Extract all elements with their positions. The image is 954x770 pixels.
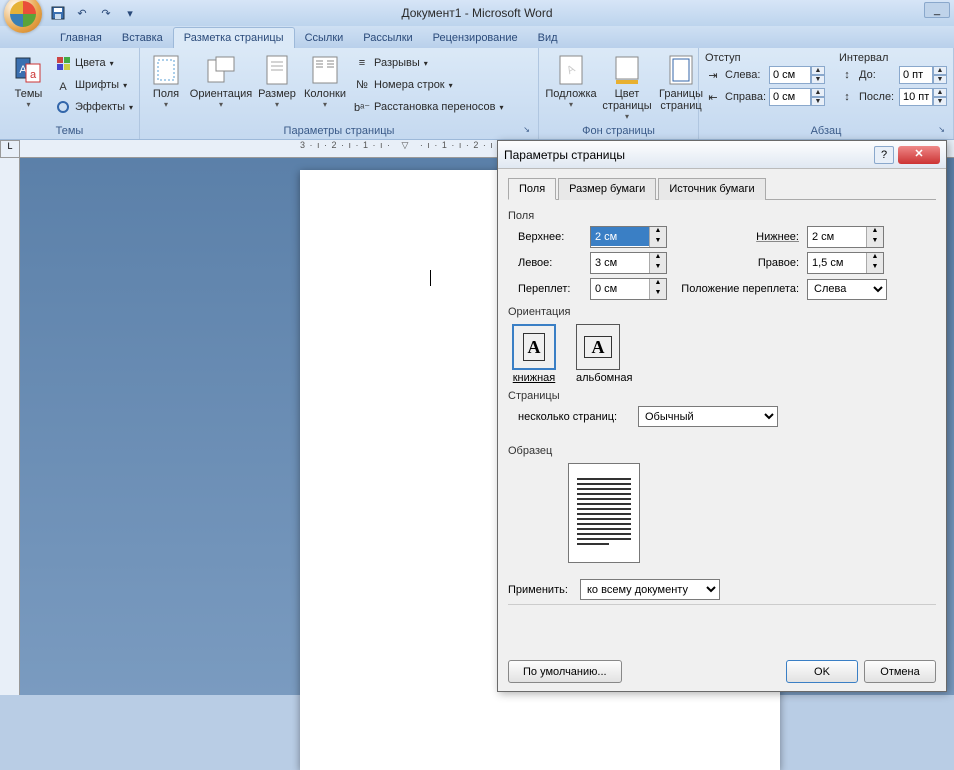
- borders-icon: [665, 54, 697, 86]
- dialog-help-button[interactable]: ?: [874, 146, 894, 164]
- theme-effects-button[interactable]: Эффекты ▾: [55, 96, 133, 118]
- spacing-after-input[interactable]: ▲▼: [899, 88, 947, 106]
- spacing-before-input[interactable]: ▲▼: [899, 66, 947, 84]
- colors-icon: [55, 55, 71, 71]
- line-numbers-button[interactable]: №Номера строк ▾: [354, 74, 504, 96]
- ribbon-tabs: Главная Вставка Разметка страницы Ссылки…: [0, 26, 954, 48]
- svg-text:a: a: [30, 69, 37, 81]
- hyphenation-button[interactable]: bᵃ⁻Расстановка переносов ▾: [354, 96, 504, 118]
- page-borders-button[interactable]: Границы страниц: [657, 52, 705, 114]
- theme-colors-button[interactable]: Цвета ▾: [55, 52, 133, 74]
- size-button[interactable]: Размер▾: [256, 52, 298, 111]
- window-title: Документ1 - Microsoft Word: [0, 6, 954, 20]
- hyphenation-icon: bᵃ⁻: [354, 99, 370, 115]
- fonts-icon: A: [55, 77, 71, 93]
- tab-home[interactable]: Главная: [50, 28, 112, 48]
- dialog-tab-margins[interactable]: Поля: [508, 178, 556, 200]
- group-title-page-bg: Фон страницы: [545, 123, 692, 139]
- orientation-group-label: Ориентация: [508, 306, 936, 318]
- tab-view[interactable]: Вид: [528, 28, 568, 48]
- spacing-after-icon: ↕: [839, 89, 855, 105]
- multiple-pages-label: несколько страниц:: [518, 411, 638, 423]
- size-icon: [261, 54, 293, 86]
- group-page-background: A Подложка▾ Цвет страницы▾ Границы стран…: [539, 48, 699, 139]
- svg-text:A: A: [59, 81, 67, 92]
- group-title-paragraph[interactable]: Абзац: [705, 123, 947, 139]
- ok-button[interactable]: OK: [786, 660, 858, 683]
- preview-pane: [568, 463, 640, 563]
- page-setup-dialog: Параметры страницы ? ✕ Поля Размер бумаг…: [497, 140, 947, 692]
- line-numbers-icon: №: [354, 77, 370, 93]
- minimize-button[interactable]: _: [924, 2, 950, 18]
- window-controls: _: [924, 2, 950, 18]
- indent-right-icon: ⇤: [705, 89, 721, 105]
- breaks-button[interactable]: ≡Разрывы ▾: [354, 52, 504, 74]
- effects-icon: [55, 99, 71, 115]
- dialog-title: Параметры страницы: [504, 148, 874, 162]
- apply-to-label: Применить:: [508, 584, 580, 596]
- tab-review[interactable]: Рецензирование: [423, 28, 528, 48]
- themes-button[interactable]: Aa Темы ▾: [6, 52, 51, 111]
- margins-icon: [150, 54, 182, 86]
- apply-to-select[interactable]: ко всему документу: [580, 579, 720, 600]
- dialog-tab-paper[interactable]: Размер бумаги: [558, 178, 656, 200]
- columns-icon: [309, 54, 341, 86]
- orientation-portrait[interactable]: A книжная: [512, 324, 556, 384]
- group-themes: Aa Темы ▾ Цвета ▾ AШрифты ▾ Эффекты ▾ Те…: [0, 48, 140, 139]
- gutter-input[interactable]: ▲▼: [590, 278, 667, 300]
- title-bar: ↶ ↷ ▾ Документ1 - Microsoft Word _: [0, 0, 954, 26]
- page-color-icon: [611, 54, 643, 86]
- group-page-setup: Поля▾ Ориентация▾ Размер▾ Колонки▾ ≡Разр…: [140, 48, 539, 139]
- ruler-corner[interactable]: L: [0, 140, 20, 158]
- margin-top-input[interactable]: ▲▼: [590, 226, 667, 248]
- pages-group-label: Страницы: [508, 390, 936, 402]
- tab-insert[interactable]: Вставка: [112, 28, 173, 48]
- dialog-titlebar[interactable]: Параметры страницы ? ✕: [498, 141, 946, 169]
- margin-right-input[interactable]: ▲▼: [807, 252, 884, 274]
- page-color-button[interactable]: Цвет страницы▾: [601, 52, 653, 123]
- margin-bottom-label: Нижнее:: [667, 231, 807, 243]
- margin-bottom-input[interactable]: ▲▼: [807, 226, 884, 248]
- vertical-ruler[interactable]: [0, 158, 20, 695]
- margins-button[interactable]: Поля▾: [146, 52, 186, 111]
- margin-top-label: Верхнее:: [518, 231, 590, 243]
- spacing-before-icon: ↕: [839, 67, 855, 83]
- orientation-icon: [205, 54, 237, 86]
- preview-group-label: Образец: [508, 445, 936, 457]
- group-title-themes: Темы: [6, 123, 133, 139]
- gutter-pos-select[interactable]: Слева: [807, 279, 887, 300]
- cancel-button[interactable]: Отмена: [864, 660, 936, 683]
- indent-left-icon: ⇥: [705, 67, 721, 83]
- dialog-close-button[interactable]: ✕: [898, 146, 940, 164]
- indent-right-input[interactable]: ▲▼: [769, 88, 825, 106]
- margin-left-label: Левое:: [518, 257, 590, 269]
- gutter-pos-label: Положение переплета:: [667, 283, 807, 295]
- orientation-landscape[interactable]: A альбомная: [576, 324, 632, 384]
- default-button[interactable]: По умолчанию...: [508, 660, 622, 683]
- spacing-label: Интервал: [839, 52, 947, 64]
- group-title-page-setup[interactable]: Параметры страницы: [146, 123, 532, 139]
- margin-right-label: Правое:: [667, 257, 807, 269]
- tab-page-layout[interactable]: Разметка страницы: [173, 27, 295, 48]
- tab-mailings[interactable]: Рассылки: [353, 28, 422, 48]
- themes-icon: Aa: [12, 54, 44, 86]
- gutter-label: Переплет:: [518, 283, 590, 295]
- watermark-icon: A: [555, 54, 587, 86]
- watermark-button[interactable]: A Подложка▾: [545, 52, 597, 111]
- text-cursor: [430, 270, 431, 286]
- theme-fonts-button[interactable]: AШрифты ▾: [55, 74, 133, 96]
- multiple-pages-select[interactable]: Обычный: [638, 406, 778, 427]
- group-paragraph: Отступ ⇥Слева:▲▼ ⇤Справа:▲▼ Интервал ↕До…: [699, 48, 954, 139]
- orientation-button[interactable]: Ориентация▾: [190, 52, 252, 111]
- breaks-icon: ≡: [354, 55, 370, 71]
- indent-label: Отступ: [705, 52, 825, 64]
- columns-button[interactable]: Колонки▾: [302, 52, 348, 111]
- dialog-tabs: Поля Размер бумаги Источник бумаги: [508, 177, 936, 200]
- indent-left-input[interactable]: ▲▼: [769, 66, 825, 84]
- margin-left-input[interactable]: ▲▼: [590, 252, 667, 274]
- dialog-tab-source[interactable]: Источник бумаги: [658, 178, 765, 200]
- ribbon: Aa Темы ▾ Цвета ▾ AШрифты ▾ Эффекты ▾ Те…: [0, 48, 954, 140]
- tab-references[interactable]: Ссылки: [295, 28, 354, 48]
- margins-group-label: Поля: [508, 210, 936, 222]
